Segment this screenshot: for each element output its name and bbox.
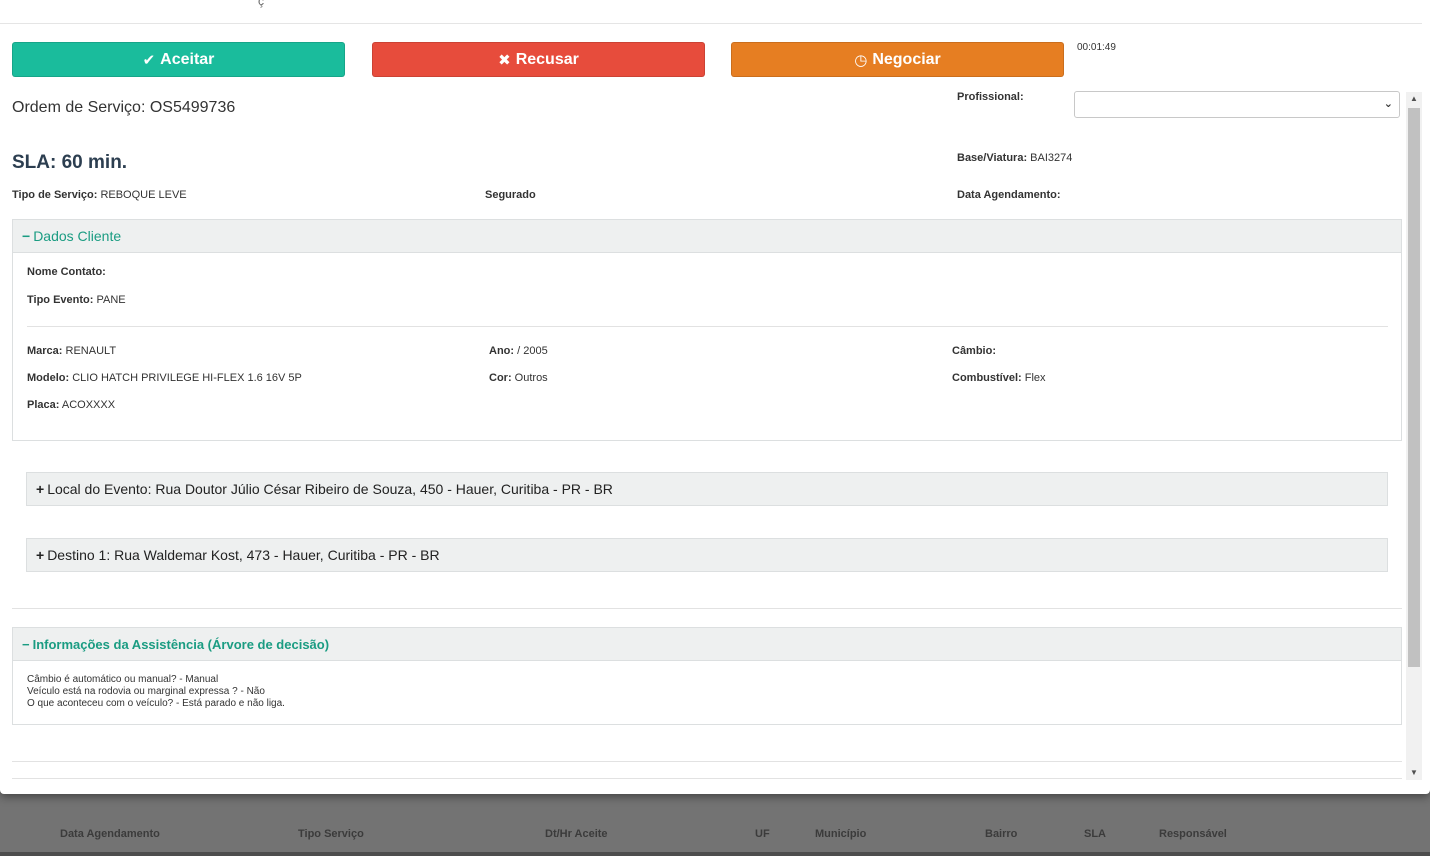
bg-col-municipio: Município: [815, 828, 867, 840]
vehicle-brand: Marca: RENAULT: [27, 345, 117, 357]
bg-col-tipo-servico: Tipo Serviço: [298, 828, 364, 840]
bg-col-sla: SLA: [1084, 828, 1106, 840]
assistance-info-lines: Câmbio é automático ou manual? - Manual …: [27, 674, 285, 710]
background-bottom-strip: [0, 852, 1430, 856]
accept-button-label: Aceitar: [160, 50, 215, 68]
vehicle-plate: Placa: ACOXXXX: [27, 399, 116, 411]
professional-select[interactable]: ⌄: [1074, 91, 1400, 118]
event-location-text: Local do Evento: Rua Doutor Júlio César …: [47, 481, 613, 497]
service-type: Tipo de Serviço: REBOQUE LEVE: [12, 189, 187, 201]
vehicle-model: Modelo: CLIO HATCH PRIVILEGE HI-FLEX 1.6…: [27, 372, 302, 384]
client-panel-divider: [27, 326, 1388, 327]
vehicle-fuel: Combustível: Flex: [952, 372, 1046, 384]
assistance-line: O que aconteceu com o veículo? - Está pa…: [27, 698, 285, 709]
scroll-down-arrow-icon[interactable]: ▼: [1406, 766, 1422, 780]
assistance-line: Veículo está na rodovia ou marginal expr…: [27, 686, 265, 697]
order-number: Ordem de Serviço: OS5499736: [12, 99, 236, 116]
destination-text: Destino 1: Rua Waldemar Kost, 473 - Haue…: [47, 547, 440, 563]
bottom-divider: [12, 761, 1402, 762]
chevron-down-icon: ⌄: [1383, 98, 1393, 110]
destination-panel: + Destino 1: Rua Waldemar Kost, 473 - Ha…: [26, 538, 1388, 572]
plus-icon: +: [36, 547, 45, 563]
clock-icon: ◷: [854, 51, 868, 69]
modal-title-partial: ç: [258, 0, 264, 8]
client-data-panel-title: Dados Cliente: [33, 228, 122, 244]
check-icon: ✔: [142, 51, 156, 69]
assistance-info-panel-header[interactable]: − Informações da Assistência (Árvore de …: [13, 628, 1401, 661]
assistance-info-panel-title: Informações da Assistência (Árvore de de…: [32, 636, 330, 652]
content-scrollbar[interactable]: ▲ ▼: [1406, 92, 1422, 780]
minus-icon: −: [22, 228, 31, 244]
bg-col-responsavel: Responsável: [1159, 828, 1227, 840]
client-data-panel-header[interactable]: − Dados Cliente: [13, 220, 1401, 253]
service-order-modal: ç ✔ Aceitar ✖ Recusar ◷ Negociar 00:01:4…: [0, 0, 1430, 794]
section-divider: [12, 608, 1402, 609]
vehicle-year: Ano: / 2005: [489, 345, 548, 357]
header-divider: [0, 23, 1422, 24]
minus-icon: −: [22, 636, 30, 652]
destination-panel-header[interactable]: + Destino 1: Rua Waldemar Kost, 473 - Ha…: [27, 539, 1387, 571]
base-viatura: Base/Viatura: BAI3274: [957, 152, 1073, 164]
event-location-panel: + Local do Evento: Rua Doutor Júlio Césa…: [26, 472, 1388, 506]
countdown-timer: 00:01:49: [1077, 42, 1116, 53]
vehicle-gearbox: Câmbio:: [952, 345, 996, 357]
bottom-divider-2: [12, 778, 1402, 779]
insured-label: Segurado: [485, 189, 536, 201]
bg-col-dt-hr-aceite: Dt/Hr Aceite: [545, 828, 608, 840]
event-type: Tipo Evento: PANE: [27, 294, 126, 306]
vehicle-color: Cor: Outros: [489, 372, 548, 384]
refuse-button-label: Recusar: [515, 50, 579, 68]
professional-label: Profissional:: [957, 91, 1024, 103]
bg-col-uf: UF: [755, 828, 770, 840]
plus-icon: +: [36, 481, 45, 497]
sla-value: SLA: 60 min.: [12, 152, 128, 173]
contact-name: Nome Contato:: [27, 266, 106, 278]
event-location-panel-header[interactable]: + Local do Evento: Rua Doutor Júlio Césa…: [27, 473, 1387, 505]
bg-col-bairro: Bairro: [985, 828, 1018, 840]
close-icon: ✖: [498, 51, 511, 69]
schedule-date-label: Data Agendamento:: [957, 189, 1061, 201]
bg-col-data-agendamento: Data Agendamento: [60, 828, 160, 840]
scroll-thumb[interactable]: [1408, 108, 1420, 667]
negotiate-button[interactable]: ◷ Negociar: [731, 42, 1064, 77]
scroll-up-arrow-icon[interactable]: ▲: [1406, 92, 1422, 106]
negotiate-button-label: Negociar: [872, 50, 941, 68]
assistance-line: Câmbio é automático ou manual? - Manual: [27, 674, 219, 685]
accept-button[interactable]: ✔ Aceitar: [12, 42, 345, 77]
client-data-panel: − Dados Cliente Nome Contato: Tipo Event…: [12, 219, 1402, 441]
refuse-button[interactable]: ✖ Recusar: [372, 42, 705, 77]
